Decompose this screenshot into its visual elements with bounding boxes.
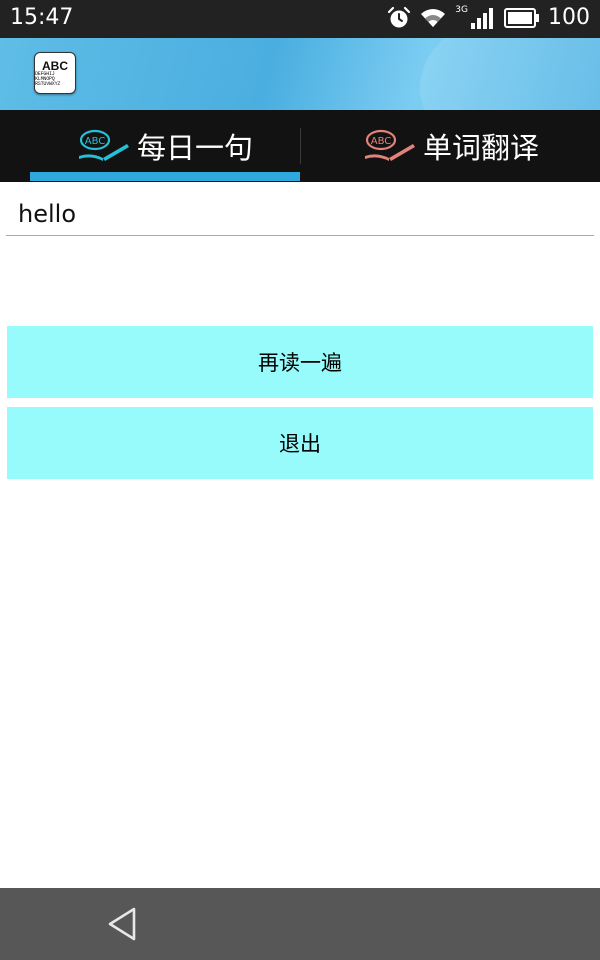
svg-text:ABC: ABC (371, 136, 392, 147)
app-logo-text: ABC (42, 58, 68, 73)
network-type-label: 3G (455, 4, 468, 15)
navigation-bar (0, 888, 600, 960)
back-triangle-icon (108, 907, 136, 941)
read-again-button[interactable]: 再读一遍 (7, 326, 593, 398)
battery-icon (504, 7, 539, 28)
app-logo: ABC DEFGHIJ KLMNOPQ RSTUVWXYZ (34, 52, 76, 94)
status-icons: 3G 100 (387, 5, 590, 30)
signal-icon (471, 7, 493, 29)
wifi-icon (421, 8, 446, 27)
tab-daily-sentence-label: 每日一句 (136, 131, 253, 165)
tab-selected-indicator (30, 172, 300, 181)
status-bar: 15:47 3G 100 (0, 0, 600, 38)
abc-book-icon: ABC (78, 129, 129, 161)
tab-word-translate[interactable]: ABC 单词翻译 (302, 110, 600, 182)
abc-book-icon: ABC (364, 129, 415, 161)
tab-word-translate-label: 单词翻译 (422, 131, 539, 165)
app-logo-subtext: DEFGHIJ KLMNOPQ RSTUVWXYZ (35, 70, 61, 87)
back-button[interactable] (100, 902, 144, 946)
alarm-icon (388, 6, 411, 27)
app-header: ABC DEFGHIJ KLMNOPQ RSTUVWXYZ (0, 38, 600, 110)
word-input[interactable] (6, 192, 594, 236)
status-time: 15:47 (10, 5, 74, 30)
svg-text:ABC: ABC (85, 136, 106, 147)
tab-divider (300, 128, 301, 164)
battery-level: 100 (548, 5, 590, 30)
exit-button[interactable]: 退出 (7, 407, 593, 479)
